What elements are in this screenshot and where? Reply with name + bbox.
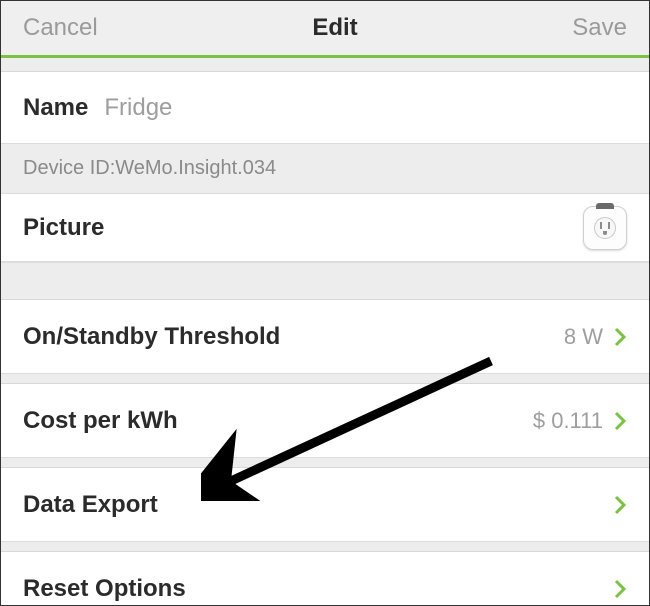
cost-value: $ 0.111 [533, 408, 603, 434]
data-export-label: Data Export [23, 491, 158, 519]
section-gap [1, 58, 649, 72]
cost-label: Cost per kWh [23, 407, 178, 435]
reset-options-label: Reset Options [23, 575, 186, 603]
chevron-right-icon [613, 494, 627, 516]
picture-label: Picture [23, 214, 104, 242]
header-bar: Cancel Edit Save [1, 1, 649, 58]
cancel-button[interactable]: Cancel [23, 14, 98, 42]
picture-row[interactable]: Picture [1, 194, 649, 262]
page-title: Edit [312, 14, 357, 42]
section-gap [1, 542, 649, 552]
device-id-row: Device ID: WeMo.Insight.034 [1, 144, 649, 194]
cost-row[interactable]: Cost per kWh $ 0.111 [1, 384, 649, 458]
device-id-prefix: Device ID: [23, 157, 115, 180]
threshold-value: 8 W [564, 324, 603, 350]
section-gap [1, 458, 649, 468]
reset-options-row[interactable]: Reset Options [1, 552, 649, 606]
chevron-right-icon [613, 578, 627, 600]
data-export-row[interactable]: Data Export [1, 468, 649, 542]
threshold-label: On/Standby Threshold [23, 323, 280, 351]
name-input[interactable]: Fridge [104, 94, 172, 122]
threshold-row[interactable]: On/Standby Threshold 8 W [1, 300, 649, 374]
save-button[interactable]: Save [572, 14, 627, 42]
chevron-right-icon [613, 326, 627, 348]
name-label: Name [23, 94, 88, 122]
name-row[interactable]: Name Fridge [1, 72, 649, 144]
chevron-right-icon [613, 410, 627, 432]
plug-icon [583, 206, 627, 250]
section-gap [1, 262, 649, 300]
section-gap [1, 374, 649, 384]
device-id-value: WeMo.Insight.034 [115, 157, 276, 180]
